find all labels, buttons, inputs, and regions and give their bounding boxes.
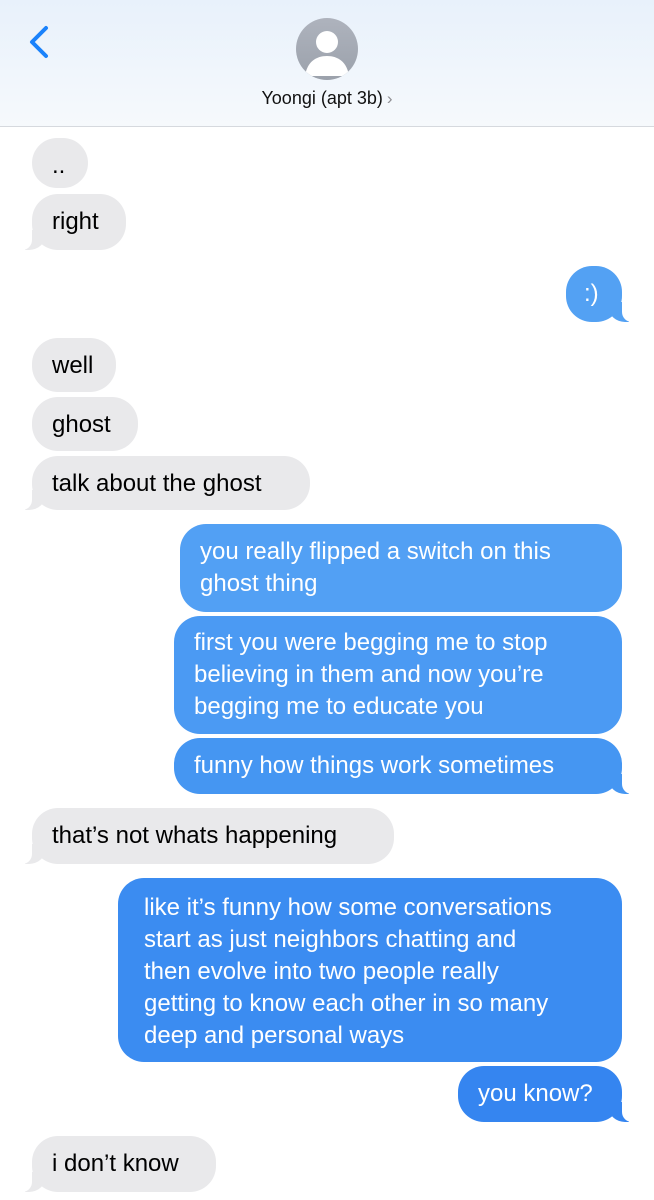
message-bubble-outgoing[interactable]: you really flipped a switch on this ghos… [180, 524, 622, 612]
message-line: then evolve into two people really [144, 958, 499, 985]
messages-screen: Yoongi (apt 3b) › .. right :) well ghost … [0, 0, 654, 1200]
message-bubble-incoming[interactable]: right [22, 194, 126, 250]
person-silhouette-icon [305, 31, 349, 76]
message-line: start as just neighbors chatting and [144, 926, 517, 953]
message-text: i don’t know [52, 1150, 179, 1177]
message-text: that’s not whats happening [52, 822, 338, 849]
message-bubble-incoming[interactable]: .. [32, 138, 88, 188]
message-bubble-incoming[interactable]: ghost [32, 397, 138, 451]
message-line: believing in them and now you’re [194, 661, 544, 688]
back-button[interactable] [20, 22, 60, 62]
chevron-right-icon: › [386, 89, 393, 108]
message-text: right [52, 208, 99, 235]
message-line: deep and personal ways [144, 1022, 405, 1049]
message-bubble-outgoing[interactable]: first you were begging me to stop believ… [174, 616, 622, 734]
message-text: you know? [478, 1080, 593, 1107]
message-text: talk about the ghost [52, 470, 262, 497]
message-line: you really flipped a switch on this [200, 538, 551, 565]
message-bubble-outgoing[interactable]: you know? [458, 1066, 632, 1122]
conversation-header: Yoongi (apt 3b) › [0, 0, 654, 127]
contact-name: Yoongi (apt 3b) [261, 88, 383, 108]
message-line: begging me to educate you [194, 693, 484, 720]
contact-avatar[interactable] [296, 18, 358, 80]
contact-name-button[interactable]: Yoongi (apt 3b) › [0, 88, 654, 109]
message-line: like it’s funny how some conversations [144, 894, 552, 921]
message-line: getting to know each other in so many [144, 990, 549, 1017]
message-line: ghost thing [200, 570, 318, 597]
chevron-left-icon [30, 26, 48, 58]
message-text: well [52, 352, 94, 379]
message-bubble-outgoing[interactable]: :) [566, 266, 632, 322]
message-text: :) [584, 280, 599, 307]
message-bubble-incoming[interactable]: well [32, 338, 116, 392]
message-text: ghost [52, 411, 111, 438]
message-bubble-outgoing[interactable]: funny how things work sometimes [174, 738, 632, 794]
message-bubble-outgoing[interactable]: like it’s funny how some conversations s… [118, 878, 622, 1062]
message-bubble-incoming[interactable]: i don’t know [22, 1136, 216, 1192]
message-line: first you were begging me to stop [194, 629, 548, 656]
message-text: funny how things work sometimes [194, 752, 555, 779]
message-bubble-incoming[interactable]: talk about the ghost [22, 456, 310, 510]
message-bubble-incoming[interactable]: that’s not whats happening [22, 808, 394, 864]
message-text: .. [52, 152, 66, 179]
